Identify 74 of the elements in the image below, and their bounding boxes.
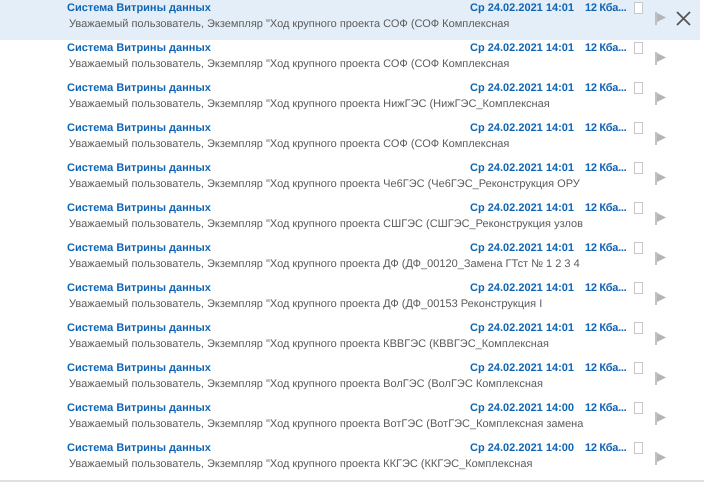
received-date: Ср 24.02.2021 14:01 (470, 241, 574, 256)
checkbox-icon[interactable] (634, 42, 643, 54)
flag-icon[interactable] (655, 371, 667, 386)
checkbox-icon[interactable] (634, 362, 643, 374)
message-size: 12 Кба... (585, 441, 626, 456)
message-preview: Уважаемый пользователь, Экземпляр "Ход крупного проекта ККГЭС (ККГЭС_Комплексная (69, 457, 532, 472)
message-preview: Уважаемый пользователь, Экземпляр "Ход крупного проекта ВолГЭС (ВолГЭС Комплексная (69, 377, 543, 392)
checkbox-icon[interactable] (634, 322, 643, 334)
checkbox-icon[interactable] (634, 82, 643, 94)
received-date: Ср 24.02.2021 14:01 (470, 201, 574, 216)
received-date: Ср 24.02.2021 14:01 (470, 321, 574, 336)
sender-name: Система Витрины данных (67, 321, 211, 336)
flag-icon[interactable] (655, 131, 667, 146)
flag-icon[interactable] (655, 291, 667, 306)
received-date: Ср 24.02.2021 14:01 (470, 361, 574, 376)
message-size: 12 Кба... (585, 201, 626, 216)
message-size: 12 Кба... (585, 241, 626, 256)
sender-name: Система Витрины данных (67, 401, 211, 416)
message-preview: Уважаемый пользователь, Экземпляр "Ход крупного проекта КВВГЭС (КВВГЭС_Комплексная (69, 337, 549, 352)
checkbox-icon[interactable] (634, 282, 643, 294)
sender-name: Система Витрины данных (67, 241, 211, 256)
message-preview: Уважаемый пользователь, Экземпляр "Ход крупного проекта СОФ (СОФ Комплексная (69, 137, 510, 152)
sender-name: Система Витрины данных (67, 281, 211, 296)
message-preview: Уважаемый пользователь, Экземпляр "Ход крупного проекта ДФ (ДФ_00120_Замена ГТст № 1 2 3 4 (69, 257, 580, 272)
message-preview: Уважаемый пользователь, Экземпляр "Ход крупного проекта НижГЭС (НижГЭС_Комплексная (69, 97, 550, 112)
message-size: 12 Кба... (585, 121, 626, 136)
flag-icon[interactable] (655, 171, 667, 186)
message-size: 12 Кба... (585, 41, 626, 56)
message-size: 12 Кба... (585, 161, 626, 176)
sender-name: Система Витрины данных (67, 1, 211, 16)
message-size: 12 Кба... (585, 81, 626, 96)
close-icon[interactable] (676, 11, 691, 26)
flag-icon[interactable] (655, 51, 667, 66)
received-date: Ср 24.02.2021 14:01 (470, 41, 574, 56)
message-preview: Уважаемый пользователь, Экземпляр "Ход крупного проекта ДФ (ДФ_00153 Реконструкция I (69, 297, 542, 312)
checkbox-icon[interactable] (634, 442, 643, 454)
sender-name: Система Витрины данных (67, 121, 211, 136)
received-date: Ср 24.02.2021 14:01 (470, 121, 574, 136)
sender-name: Система Витрины данных (67, 201, 211, 216)
received-date: Ср 24.02.2021 14:01 (470, 161, 574, 176)
checkbox-icon[interactable] (634, 242, 643, 254)
flag-icon[interactable] (655, 91, 667, 106)
received-date: Ср 24.02.2021 14:01 (470, 81, 574, 96)
checkbox-icon[interactable] (634, 202, 643, 214)
received-date: Ср 24.02.2021 14:01 (470, 1, 574, 16)
flag-icon[interactable] (655, 251, 667, 266)
received-date: Ср 24.02.2021 14:01 (470, 281, 574, 296)
message-preview: Уважаемый пользователь, Экземпляр "Ход крупного проекта ВотГЭС (ВотГЭС_Комплексная замена (69, 417, 584, 432)
flag-icon[interactable] (655, 211, 667, 226)
message-preview: Уважаемый пользователь, Экземпляр "Ход крупного проекта СШГЭС (СШГЭС_Реконструкция узлов (69, 217, 583, 232)
checkbox-icon[interactable] (634, 402, 643, 414)
message-preview: Уважаемый пользователь, Экземпляр "Ход крупного проекта Че6ГЭС (Че6ГЭС_Реконструкция ОРУ (69, 177, 580, 192)
message-size: 12 Кба... (585, 1, 626, 16)
flag-icon[interactable] (655, 411, 667, 426)
sender-name: Система Витрины данных (67, 361, 211, 376)
sender-name: Система Витрины данных (67, 441, 211, 456)
flag-icon[interactable] (655, 451, 667, 466)
checkbox-icon[interactable] (634, 122, 643, 134)
checkbox-icon[interactable] (634, 162, 643, 174)
checkbox-icon[interactable] (634, 2, 643, 14)
sender-name: Система Витрины данных (67, 81, 211, 96)
message-size: 12 Кба... (585, 401, 626, 416)
sender-name: Система Витрины данных (67, 41, 211, 56)
message-row[interactable]: Система Витрины данных Ср 24.02.2021 14:01 12 Кба... Уважаемый пользователь, Экземпляр "Ход крупного проекта СОФ (СОФ Комплексная (0, 0, 700, 40)
flag-icon[interactable] (655, 331, 667, 346)
received-date: Ср 24.02.2021 14:00 (470, 441, 574, 456)
message-preview: Уважаемый пользователь, Экземпляр "Ход крупного проекта СОФ (СОФ Комплексная (69, 57, 510, 72)
sender-name: Система Витрины данных (67, 161, 211, 176)
received-date: Ср 24.02.2021 14:00 (470, 401, 574, 416)
flag-icon[interactable] (655, 11, 667, 26)
message-size: 12 Кба... (585, 361, 626, 376)
message-size: 12 Кба... (585, 321, 626, 336)
message-size: 12 Кба... (585, 281, 626, 296)
message-preview: Уважаемый пользователь, Экземпляр "Ход крупного проекта СОФ (СОФ Комплексная (69, 17, 510, 32)
